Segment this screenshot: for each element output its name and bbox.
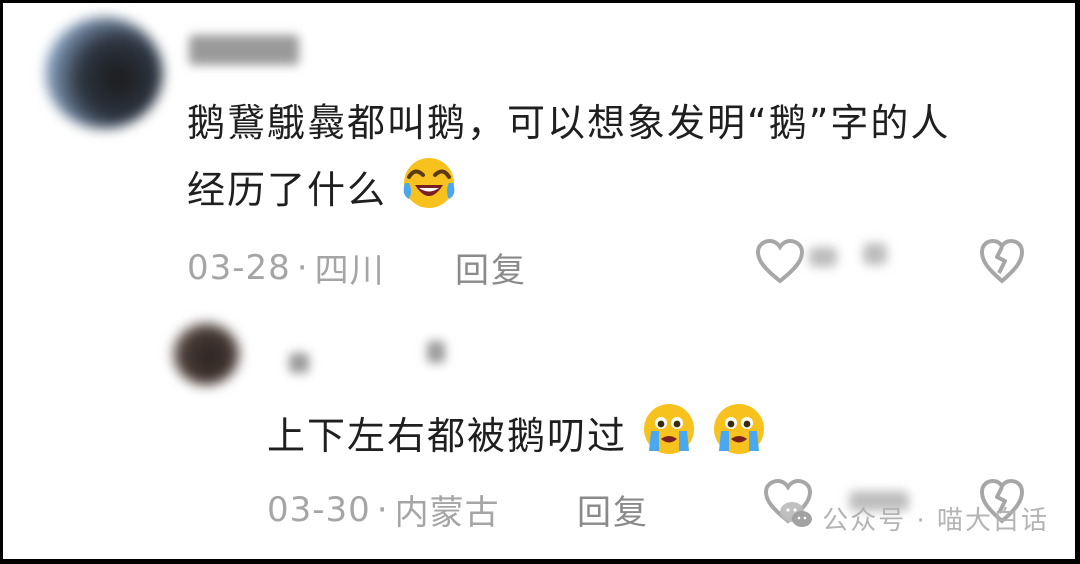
username-blurred-2[interactable] <box>427 341 445 363</box>
reply-button[interactable]: 回复 <box>577 485 649 534</box>
crying-emoji <box>711 401 767 476</box>
meta-separator: · <box>376 489 389 530</box>
screenshot-frame: 鹅鵞䳘䳗都叫鹅，可以想象发明“鹅”字的人 经历了什么 03-28 · 四川 回复… <box>3 3 1075 559</box>
watermark-text: 公众号 · 喵大白话 <box>822 506 1049 536</box>
avatar[interactable] <box>173 323 239 385</box>
crying-emoji <box>641 401 697 476</box>
watermark: 公众号 · 喵大白话 <box>778 500 1049 537</box>
reply-date: 03-30 <box>267 489 371 530</box>
wechat-logo-icon <box>778 500 814 537</box>
reply-text-content: 上下左右都被鹅叨过 <box>267 414 628 458</box>
reply-location: 内蒙古 <box>394 493 500 533</box>
reply-text: 上下左右都被鹅叨过 <box>267 401 767 476</box>
username-blurred[interactable] <box>289 353 309 373</box>
reply-meta: 03-30 · 内蒙古 <box>267 485 500 534</box>
comment-2: 上下左右都被鹅叨过 03-30 · 内蒙古 回复 <box>3 3 1075 559</box>
